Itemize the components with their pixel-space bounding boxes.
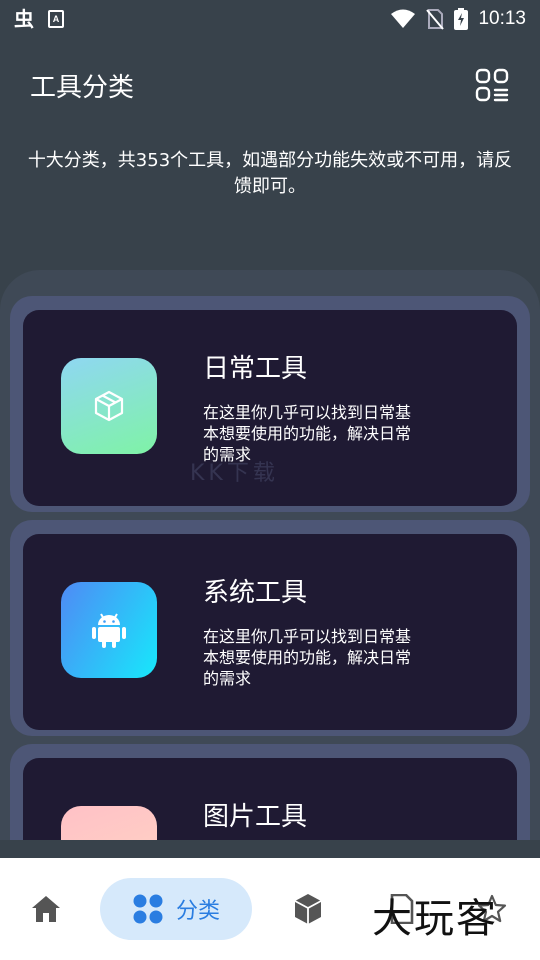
file-icon [390,894,414,924]
status-time: 10:13 [478,8,526,29]
cube-icon [94,390,124,422]
wifi-icon [391,9,416,28]
a-badge-icon: A [48,10,64,28]
no-sim-icon [426,9,445,30]
category-card-system-wrap: 系统工具 在这里你几乎可以找到日常基本想要使用的功能，解决日常的需求 [10,520,530,736]
nav-home[interactable] [22,878,70,940]
cube-nav-icon [294,894,322,924]
bottom-nav: 分类 [0,858,540,960]
grid-list-icon[interactable] [474,67,510,103]
status-bar: 虫 A 10:13 [0,0,540,38]
nav-category-label: 分类 [175,899,220,924]
category-title: 图片工具 [203,802,308,832]
category-grid-icon [133,894,163,924]
android-icon [92,613,126,648]
category-card-daily[interactable]: 日常工具 在这里你几乎可以找到日常基本想要使用的功能，解决日常的需求 [23,310,517,506]
nav-category[interactable]: 分类 [100,878,252,940]
home-icon [32,896,60,922]
nav-star[interactable] [468,878,516,940]
page-title: 工具分类 [30,72,135,103]
intro-text: 十大分类，共353个工具，如遇部分功能失效或不可用，请反馈即可。 [27,150,513,197]
category-card-image[interactable]: 图片工具 [23,758,517,840]
category-icon-tile [61,582,157,678]
app-notification-icon: 虫 [14,7,34,31]
category-panel: 日常工具 在这里你几乎可以找到日常基本想要使用的功能，解决日常的需求 系统工具 … [0,270,540,840]
page-header: 工具分类 [0,60,540,110]
category-title: 日常工具 [203,354,308,384]
image-icon [61,806,157,840]
category-icon-tile [61,358,157,454]
category-description: 在这里你几乎可以找到日常基本想要使用的功能，解决日常的需求 [203,403,412,464]
category-card-image-wrap: 图片工具 [10,744,530,840]
nav-file[interactable] [378,878,426,940]
category-title: 系统工具 [203,578,308,608]
category-card-system[interactable]: 系统工具 在这里你几乎可以找到日常基本想要使用的功能，解决日常的需求 [23,534,517,730]
category-card-daily-wrap: 日常工具 在这里你几乎可以找到日常基本想要使用的功能，解决日常的需求 [10,296,530,512]
star-icon [477,894,507,923]
battery-charging-icon [454,8,469,30]
category-description: 在这里你几乎可以找到日常基本想要使用的功能，解决日常的需求 [203,627,412,688]
nav-cube[interactable] [284,878,332,940]
